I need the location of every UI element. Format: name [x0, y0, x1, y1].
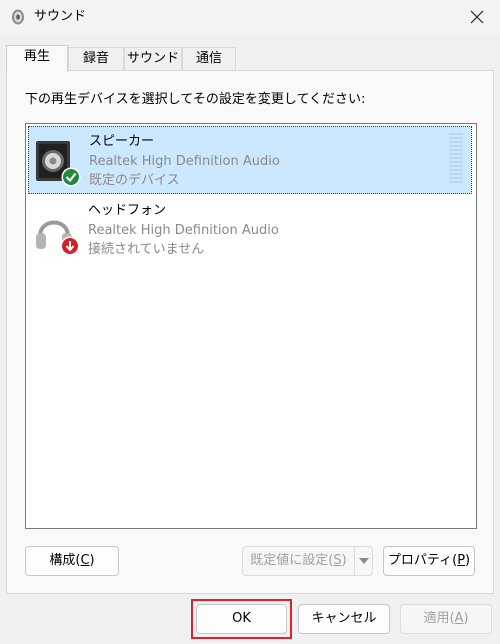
default-check-icon	[63, 169, 79, 185]
configure-button[interactable]: 構成(C)	[25, 546, 119, 576]
window-title: サウンド	[34, 9, 87, 24]
speaker-icon	[36, 141, 81, 187]
ok-button-highlight	[191, 599, 292, 639]
device-driver: Realtek High Definition Audio	[89, 154, 280, 169]
device-name: ヘッドフォン	[88, 203, 167, 218]
volume-level-meter	[449, 133, 463, 187]
device-item-headphones[interactable]: ヘッドフォン Realtek High Definition Audio 接続さ…	[28, 196, 472, 264]
tab-recording[interactable]: 録音	[68, 47, 124, 71]
cancel-button[interactable]: キャンセル	[298, 604, 390, 634]
tab-playback[interactable]: 再生	[6, 45, 68, 72]
device-item-speaker[interactable]: スピーカー Realtek High Definition Audio 既定のデ…	[28, 126, 472, 194]
properties-button[interactable]: プロパティ(P)	[383, 546, 475, 576]
instruction-text: 下の再生デバイスを選択してその設定を変更してください:	[25, 92, 366, 107]
device-name: スピーカー	[89, 134, 155, 149]
chevron-down-icon	[358, 558, 369, 564]
device-status: 接続されていません	[88, 242, 205, 257]
device-status: 既定のデバイス	[89, 173, 180, 188]
close-icon	[470, 10, 484, 24]
sound-speaker-icon	[12, 9, 24, 25]
close-button[interactable]	[454, 0, 500, 34]
tab-panel: 下の再生デバイスを選択してその設定を変更してください: スピーカー Realte…	[6, 70, 494, 594]
set-default-button[interactable]: 既定値に設定(S)	[242, 546, 373, 576]
device-driver: Realtek High Definition Audio	[88, 223, 279, 238]
device-list[interactable]: スピーカー Realtek High Definition Audio 既定のデ…	[25, 123, 477, 529]
title-bar: サウンド	[0, 0, 500, 34]
tab-communications[interactable]: 通信	[182, 47, 236, 71]
set-default-dropdown[interactable]	[354, 547, 372, 575]
headphones-icon	[36, 220, 80, 256]
tab-sounds[interactable]: サウンド	[124, 47, 182, 71]
apply-button[interactable]: 適用(A)	[400, 604, 492, 634]
